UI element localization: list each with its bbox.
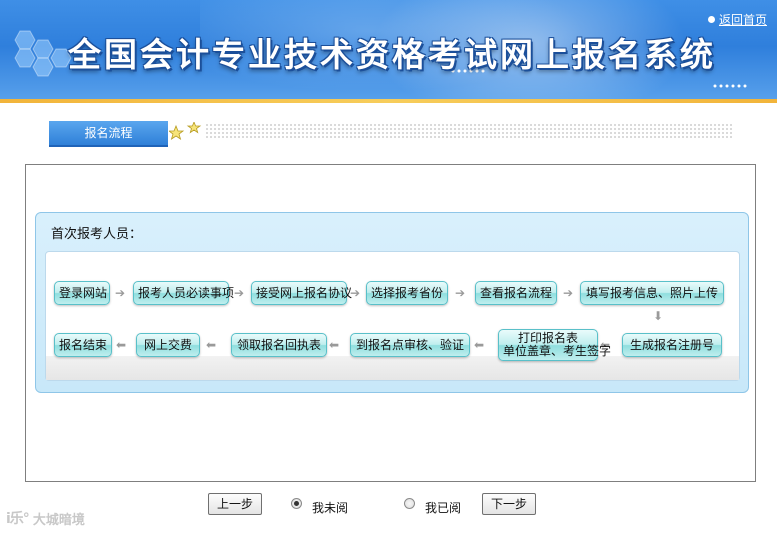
dotted-separator	[205, 123, 733, 139]
header-banner: 全国会计专业技术资格考试网上报名系统 返回首页	[0, 0, 777, 103]
home-link[interactable]: 返回首页	[707, 11, 767, 28]
content-box: 首次报考人员： 登录网站 ➔ 报考人员必读事项 ➔ 接受网上报名协议 ➔ 选择报…	[25, 164, 756, 482]
arrow-left-icon: ⬅	[116, 338, 127, 352]
arrow-left-icon: ⬅	[206, 338, 217, 352]
step-print-line2: 单位盖章、考生签字	[503, 344, 612, 358]
system-title: 全国会计专业技术资格考试网上报名系统	[68, 35, 716, 74]
step-generate-registration-number: 生成报名注册号	[622, 333, 722, 357]
step-online-payment: 网上交费	[136, 333, 200, 357]
banner-gold-stripe	[0, 99, 777, 103]
step-get-receipt: 领取报名回执表	[231, 333, 327, 357]
step-finish: 报名结束	[54, 333, 112, 357]
watermark: i乐° 大城暗境	[6, 508, 85, 528]
arrow-right-icon: ➔	[455, 286, 466, 300]
dot-pattern-icon	[713, 84, 747, 88]
arrow-left-icon: ⬅	[474, 338, 485, 352]
section-tab-label: 报名流程	[84, 126, 133, 140]
flow-group-label: 首次报考人员：	[51, 227, 143, 242]
arrow-right-icon: ➔	[234, 286, 245, 300]
arrow-right-icon: ➔	[115, 286, 126, 300]
arrow-down-icon: ⬇	[653, 309, 664, 323]
prev-step-button[interactable]: 上一步	[208, 493, 262, 515]
step-fill-info: 填写报考信息、照片上传	[580, 281, 724, 305]
step-view-flow: 查看报名流程	[475, 281, 557, 305]
star-decoration-icon	[169, 122, 202, 140]
radio-unread[interactable]	[291, 498, 302, 509]
arrow-left-icon: ⬅	[329, 338, 340, 352]
home-link-label: 返回首页	[718, 13, 767, 27]
step-print-form: 打印报名表 单位盖章、考生签字	[498, 329, 611, 361]
watermark-text: 大城暗境	[32, 512, 85, 528]
section-tab-registration-flow: 报名流程	[49, 121, 168, 147]
step-choose-province: 选择报考省份	[366, 281, 448, 305]
watermark-logo: i乐°	[6, 511, 30, 527]
bullet-icon	[707, 16, 715, 23]
step-accept-agreement: 接受网上报名协议	[251, 281, 352, 305]
registration-flow-panel: 首次报考人员： 登录网站 ➔ 报考人员必读事项 ➔ 接受网上报名协议 ➔ 选择报…	[35, 212, 749, 393]
step-must-read: 报考人员必读事项	[133, 281, 234, 305]
next-step-button[interactable]: 下一步	[482, 493, 536, 515]
radio-unread-label: 我未阅	[312, 501, 349, 515]
radio-read-label: 我已阅	[425, 501, 462, 515]
flow-diagram: 登录网站 ➔ 报考人员必读事项 ➔ 接受网上报名协议 ➔ 选择报考省份 ➔ 查看…	[45, 251, 740, 381]
radio-read[interactable]	[404, 498, 415, 509]
arrow-right-icon: ➔	[350, 286, 361, 300]
flow-bottom-band	[46, 356, 739, 380]
step-print-line1: 打印报名表	[517, 331, 578, 345]
step-login: 登录网站	[54, 281, 110, 305]
step-onsite-review: 到报名点审核、验证	[350, 333, 470, 357]
arrow-right-icon: ➔	[563, 286, 574, 300]
